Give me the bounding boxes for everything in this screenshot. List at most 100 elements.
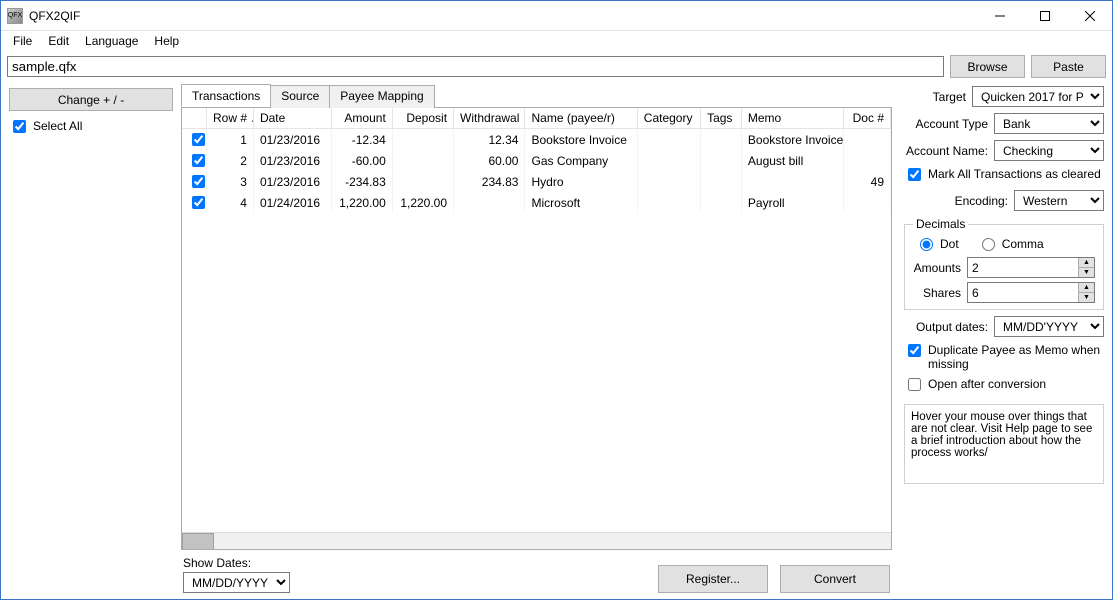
- decimal-dot-radio[interactable]: [920, 238, 933, 251]
- left-panel: Change + / - Select All: [1, 82, 181, 599]
- register-button[interactable]: Register...: [658, 565, 768, 593]
- cell-name: Gas Company: [525, 150, 637, 171]
- decimal-comma-label: Comma: [1002, 237, 1044, 251]
- table-row[interactable]: 101/23/2016-12.3412.34Bookstore InvoiceB…: [182, 129, 891, 151]
- cell-doc: [843, 129, 890, 151]
- cell-memo: Payroll: [741, 192, 843, 213]
- amounts-spinner[interactable]: ▲▼: [967, 257, 1095, 278]
- cell-amount: -60.00: [331, 150, 392, 171]
- window-title: QFX2QIF: [29, 9, 80, 23]
- duplicate-payee-checkbox[interactable]: [908, 344, 921, 357]
- cell-name: Bookstore Invoice: [525, 129, 637, 151]
- cell-date: 01/24/2016: [253, 192, 331, 213]
- decimal-comma-radio[interactable]: [982, 238, 995, 251]
- amounts-input[interactable]: [968, 258, 1078, 277]
- cell-memo: August bill: [741, 150, 843, 171]
- browse-button[interactable]: Browse: [950, 55, 1025, 78]
- file-row: Browse Paste: [1, 51, 1112, 82]
- cell-name: Hydro: [525, 171, 637, 192]
- mark-cleared-checkbox[interactable]: [908, 168, 921, 181]
- table-row[interactable]: 301/23/2016-234.83234.83Hydro49: [182, 171, 891, 192]
- duplicate-payee-label: Duplicate Payee as Memo when missing: [928, 343, 1104, 371]
- cell-deposit: 1,220.00: [392, 192, 453, 213]
- show-dates-select[interactable]: MM/DD/YYYY: [183, 572, 290, 593]
- row-checkbox[interactable]: [192, 175, 205, 188]
- cell-doc: [843, 192, 890, 213]
- cell-doc: [843, 150, 890, 171]
- cell-date: 01/23/2016: [253, 150, 331, 171]
- convert-button[interactable]: Convert: [780, 565, 890, 593]
- col-amount[interactable]: Amount: [331, 108, 392, 129]
- cell-memo: [741, 171, 843, 192]
- row-checkbox[interactable]: [192, 154, 205, 167]
- tab-transactions[interactable]: Transactions: [181, 84, 271, 107]
- encoding-label: Encoding:: [955, 194, 1008, 208]
- shares-down-icon[interactable]: ▼: [1078, 293, 1094, 302]
- select-all-label: Select All: [33, 119, 82, 133]
- cell-deposit: [392, 150, 453, 171]
- col-check[interactable]: [182, 108, 207, 129]
- maximize-icon: [1040, 11, 1050, 21]
- cell-category: [637, 192, 700, 213]
- tab-bar: Transactions Source Payee Mapping: [181, 84, 892, 108]
- account-type-select[interactable]: Bank: [994, 113, 1104, 134]
- grid-header-row: Row #▲ Date Amount Deposit Withdrawal Na…: [182, 108, 891, 129]
- col-category[interactable]: Category: [637, 108, 700, 129]
- close-button[interactable]: [1067, 1, 1112, 30]
- tab-source[interactable]: Source: [270, 85, 330, 108]
- cell-date: 01/23/2016: [253, 171, 331, 192]
- tab-payee-mapping[interactable]: Payee Mapping: [329, 85, 434, 108]
- col-name[interactable]: Name (payee/r): [525, 108, 637, 129]
- select-all-checkbox[interactable]: [13, 120, 26, 133]
- account-type-label: Account Type: [916, 117, 989, 131]
- row-checkbox[interactable]: [192, 196, 205, 209]
- menu-edit[interactable]: Edit: [40, 32, 77, 50]
- row-checkbox[interactable]: [192, 133, 205, 146]
- menu-language[interactable]: Language: [77, 32, 146, 50]
- maximize-button[interactable]: [1022, 1, 1067, 30]
- col-tags[interactable]: Tags: [701, 108, 742, 129]
- col-memo[interactable]: Memo: [741, 108, 843, 129]
- horizontal-scrollbar[interactable]: [182, 532, 891, 549]
- shares-spinner[interactable]: ▲▼: [967, 282, 1095, 303]
- amounts-up-icon[interactable]: ▲: [1078, 258, 1094, 268]
- encoding-select[interactable]: Western: [1014, 190, 1104, 211]
- bottom-bar: Show Dates: MM/DD/YYYY Register... Conve…: [181, 550, 892, 595]
- shares-input[interactable]: [968, 283, 1078, 302]
- target-label: Target: [933, 90, 966, 104]
- cell-deposit: [392, 129, 453, 151]
- col-date[interactable]: Date: [253, 108, 331, 129]
- hint-box: Hover your mouse over things that are no…: [904, 404, 1104, 484]
- output-dates-label: Output dates:: [916, 320, 988, 334]
- file-path-input[interactable]: [7, 56, 944, 77]
- output-dates-select[interactable]: MM/DD'YYYY: [994, 316, 1104, 337]
- shares-up-icon[interactable]: ▲: [1078, 283, 1094, 293]
- account-name-select[interactable]: Checking: [994, 140, 1104, 161]
- cell-tags: [701, 129, 742, 151]
- target-select[interactable]: Quicken 2017 for PC: [972, 86, 1104, 107]
- table-row[interactable]: 201/23/2016-60.0060.00Gas CompanyAugust …: [182, 150, 891, 171]
- account-name-label: Account Name:: [906, 144, 988, 158]
- open-after-checkbox[interactable]: [908, 378, 921, 391]
- cell-row: 1: [207, 129, 254, 151]
- paste-button[interactable]: Paste: [1031, 55, 1106, 78]
- open-after-label: Open after conversion: [928, 377, 1046, 391]
- sort-asc-icon: ▲: [250, 115, 253, 124]
- minimize-button[interactable]: [977, 1, 1022, 30]
- shares-label: Shares: [923, 286, 961, 300]
- cell-withdrawal: 12.34: [454, 129, 525, 151]
- col-withdrawal[interactable]: Withdrawal: [454, 108, 525, 129]
- amounts-down-icon[interactable]: ▼: [1078, 268, 1094, 277]
- cell-withdrawal: 60.00: [454, 150, 525, 171]
- col-deposit[interactable]: Deposit: [392, 108, 453, 129]
- right-panel: Target Quicken 2017 for PC Account Type …: [896, 82, 1112, 599]
- mark-cleared-label: Mark All Transactions as cleared: [928, 167, 1101, 181]
- col-row[interactable]: Row #▲: [207, 108, 254, 129]
- cell-memo: Bookstore Invoice: [741, 129, 843, 151]
- cell-withdrawal: 234.83: [454, 171, 525, 192]
- table-row[interactable]: 401/24/20161,220.001,220.00MicrosoftPayr…: [182, 192, 891, 213]
- col-doc[interactable]: Doc #: [843, 108, 890, 129]
- menu-file[interactable]: File: [5, 32, 40, 50]
- change-sign-button[interactable]: Change + / -: [9, 88, 173, 111]
- menu-help[interactable]: Help: [146, 32, 187, 50]
